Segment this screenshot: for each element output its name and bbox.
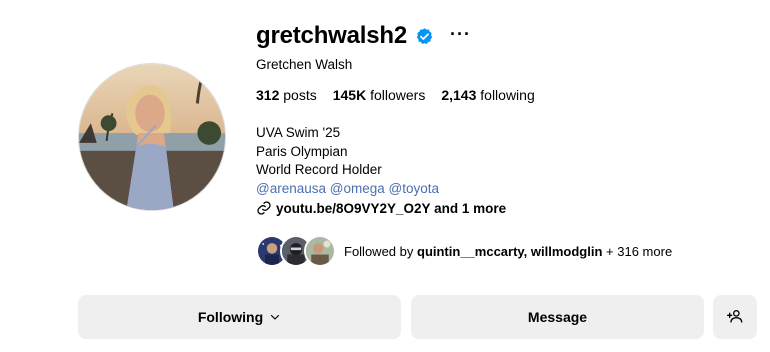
profile-external-link[interactable]: youtu.be/8O9VY2Y_O2Y and 1 more [256,200,506,216]
following-stat[interactable]: 2,143 following [441,87,534,103]
following-count: 2,143 [441,87,477,103]
profile-stats: 312 posts 145K followers 2,143 following [256,87,535,103]
verified-badge-icon [415,27,434,46]
add-user-icon [727,308,743,327]
followers-stat[interactable]: 145K followers [333,87,426,103]
posts-count: 312 [256,87,280,103]
suggest-users-button[interactable] [713,295,757,339]
followed-by-suffix: + 316 more [606,243,673,259]
profile-full-name: Gretchen Walsh [256,57,353,72]
avatar-photo [79,64,225,210]
message-button-label: Message [527,309,588,325]
following-button-label: Following [197,309,264,325]
following-button[interactable]: Following [78,295,401,339]
mention-link[interactable]: @toyota [389,181,439,196]
followed-by-user[interactable]: willmodglin [531,244,603,259]
profile-header-row: gretchwalsh2 ··· [256,20,471,52]
follower-avatar [304,235,336,267]
profile-bio: UVA Swim '25 Paris Olympian World Record… [256,124,439,198]
followed-by-text: Followed by quintin__mccarty, willmodgli… [344,244,672,259]
bio-line: World Record Holder [256,162,382,177]
link-icon [257,201,271,215]
profile-avatar[interactable] [78,63,226,211]
external-link-text: youtu.be/8O9VY2Y_O2Y and 1 more [276,200,507,216]
mention-link[interactable]: @arenausa [256,181,326,196]
followed-by-user[interactable]: quintin__mccarty, [417,244,527,259]
bio-mentions: @arenausa @omega @toyota [256,180,439,199]
chevron-down-icon [269,311,281,323]
followers-count: 145K [332,87,367,103]
profile-username: gretchwalsh2 [256,22,407,49]
message-button[interactable]: Message [411,295,704,339]
followed-by-row[interactable]: Followed by quintin__mccarty, willmodgli… [256,235,672,267]
bio-line: UVA Swim '25 [256,125,341,140]
bio-line: Paris Olympian [256,143,348,159]
posts-stat: 312 posts [256,87,317,103]
following-label: following [480,87,535,103]
more-options-button[interactable]: ··· [450,25,471,43]
followers-label: followers [370,87,426,103]
mention-link[interactable]: @omega [330,181,385,196]
followed-by-prefix: Followed by [344,243,414,259]
posts-label: posts [283,87,317,103]
